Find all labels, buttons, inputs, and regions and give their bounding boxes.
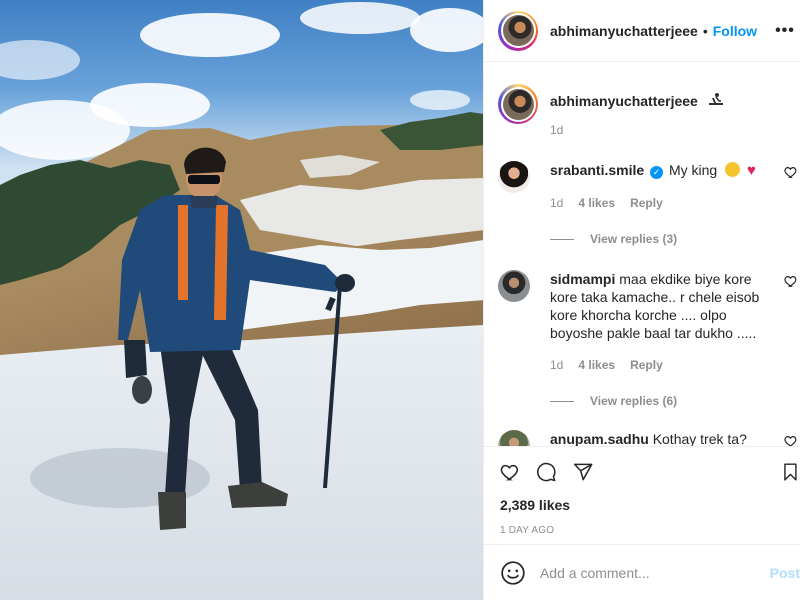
comment-meta: 1d 4 likes Reply (550, 356, 762, 374)
share-icon[interactable] (573, 459, 593, 485)
comment-body: anupam.sadhu Kothay trek ta? (550, 430, 747, 446)
post-side-panel: abhimanyuchatterjeee • Follow ••• abhima… (484, 0, 800, 600)
view-replies-line (550, 238, 574, 240)
author-avatar-image (502, 15, 534, 46)
comment-item: srabanti.smile ✓ My king ♥ 1d 4 likes Re… (498, 161, 800, 212)
follow-button[interactable]: Follow (713, 23, 757, 39)
emoji-icon[interactable] (500, 560, 526, 586)
view-replies-label: View replies (6) (590, 394, 678, 408)
action-icons-row (500, 457, 800, 487)
caption-username[interactable]: abhimanyuchatterjeee (550, 93, 698, 109)
comment-meta: 1d 4 likes Reply (550, 194, 756, 212)
comment-text: Kothay trek ta? (652, 431, 747, 446)
view-replies-button[interactable]: View replies (3) (550, 232, 800, 246)
red-heart-emoji-icon: ♥ (746, 162, 756, 179)
verified-badge-icon: ✓ (650, 166, 664, 179)
bookmark-icon[interactable] (781, 459, 800, 485)
post-comment-button[interactable]: Post (770, 565, 800, 581)
caption-avatar-inner (500, 86, 536, 122)
comment-like-heart-icon[interactable] (784, 434, 798, 446)
comment-likes[interactable]: 4 likes (578, 356, 615, 374)
commenter-avatar[interactable] (498, 430, 530, 446)
view-replies-line (550, 400, 574, 402)
comment-item: sidmampi maa ekdike biye kore kore taka … (498, 270, 800, 374)
more-options-icon[interactable]: ••• (775, 22, 795, 40)
instagram-post: abhimanyuchatterjeee • Follow ••• abhima… (0, 0, 800, 600)
heart-icon[interactable] (500, 460, 520, 484)
comment-body: sidmampi maa ekdike biye kore kore taka … (550, 270, 762, 374)
comments-list[interactable]: abhimanyuchatterjeee 1d srabanti.smile ✓… (484, 62, 800, 446)
caption-avatar[interactable] (498, 84, 538, 124)
author-avatar-inner (500, 13, 536, 48)
comment-like-heart-icon[interactable] (784, 274, 798, 288)
comment-icon[interactable] (536, 459, 556, 485)
commenter-avatar[interactable] (498, 161, 530, 193)
comment-time[interactable]: 1d (550, 356, 563, 374)
caption-time[interactable]: 1d (550, 123, 724, 137)
comment-reply-button[interactable]: Reply (630, 194, 663, 212)
comment-username[interactable]: srabanti.smile (550, 162, 644, 178)
hiker-emoji-icon (708, 93, 724, 109)
author-avatar[interactable] (498, 10, 538, 51)
comment-input[interactable] (539, 564, 770, 581)
commenter-avatar[interactable] (498, 270, 530, 302)
view-replies-label: View replies (3) (590, 232, 678, 246)
caption: abhimanyuchatterjeee 1d (498, 62, 800, 137)
add-comment-bar: Post (484, 544, 800, 600)
view-replies-button[interactable]: View replies (6) (550, 394, 800, 408)
comment-text: My king (668, 162, 718, 178)
post-actions: 2,389 likes 1 DAY AGO (484, 446, 800, 544)
comment-likes[interactable]: 4 likes (578, 194, 615, 212)
post-photo[interactable] (0, 0, 484, 600)
comment-reply-button[interactable]: Reply (630, 356, 663, 374)
comment-like-heart-icon[interactable] (784, 165, 798, 179)
comment-username[interactable]: sidmampi (550, 271, 615, 287)
comment-body: srabanti.smile ✓ My king ♥ 1d 4 likes Re… (550, 161, 756, 212)
post-date[interactable]: 1 DAY AGO (500, 525, 800, 536)
likes-count[interactable]: 2,389 likes (500, 497, 800, 513)
post-photo-scene (0, 0, 483, 600)
author-username[interactable]: abhimanyuchatterjeee (550, 23, 698, 39)
comment-username[interactable]: anupam.sadhu (550, 431, 649, 446)
caption-avatar-image (502, 88, 534, 120)
post-header: abhimanyuchatterjeee • Follow ••• (484, 0, 800, 62)
header-separator: • (702, 22, 708, 39)
caption-body: abhimanyuchatterjeee 1d (550, 84, 724, 137)
comment-item: anupam.sadhu Kothay trek ta? (498, 430, 800, 446)
comment-time[interactable]: 1d (550, 194, 563, 212)
smiling-face-emoji-icon (725, 162, 741, 177)
